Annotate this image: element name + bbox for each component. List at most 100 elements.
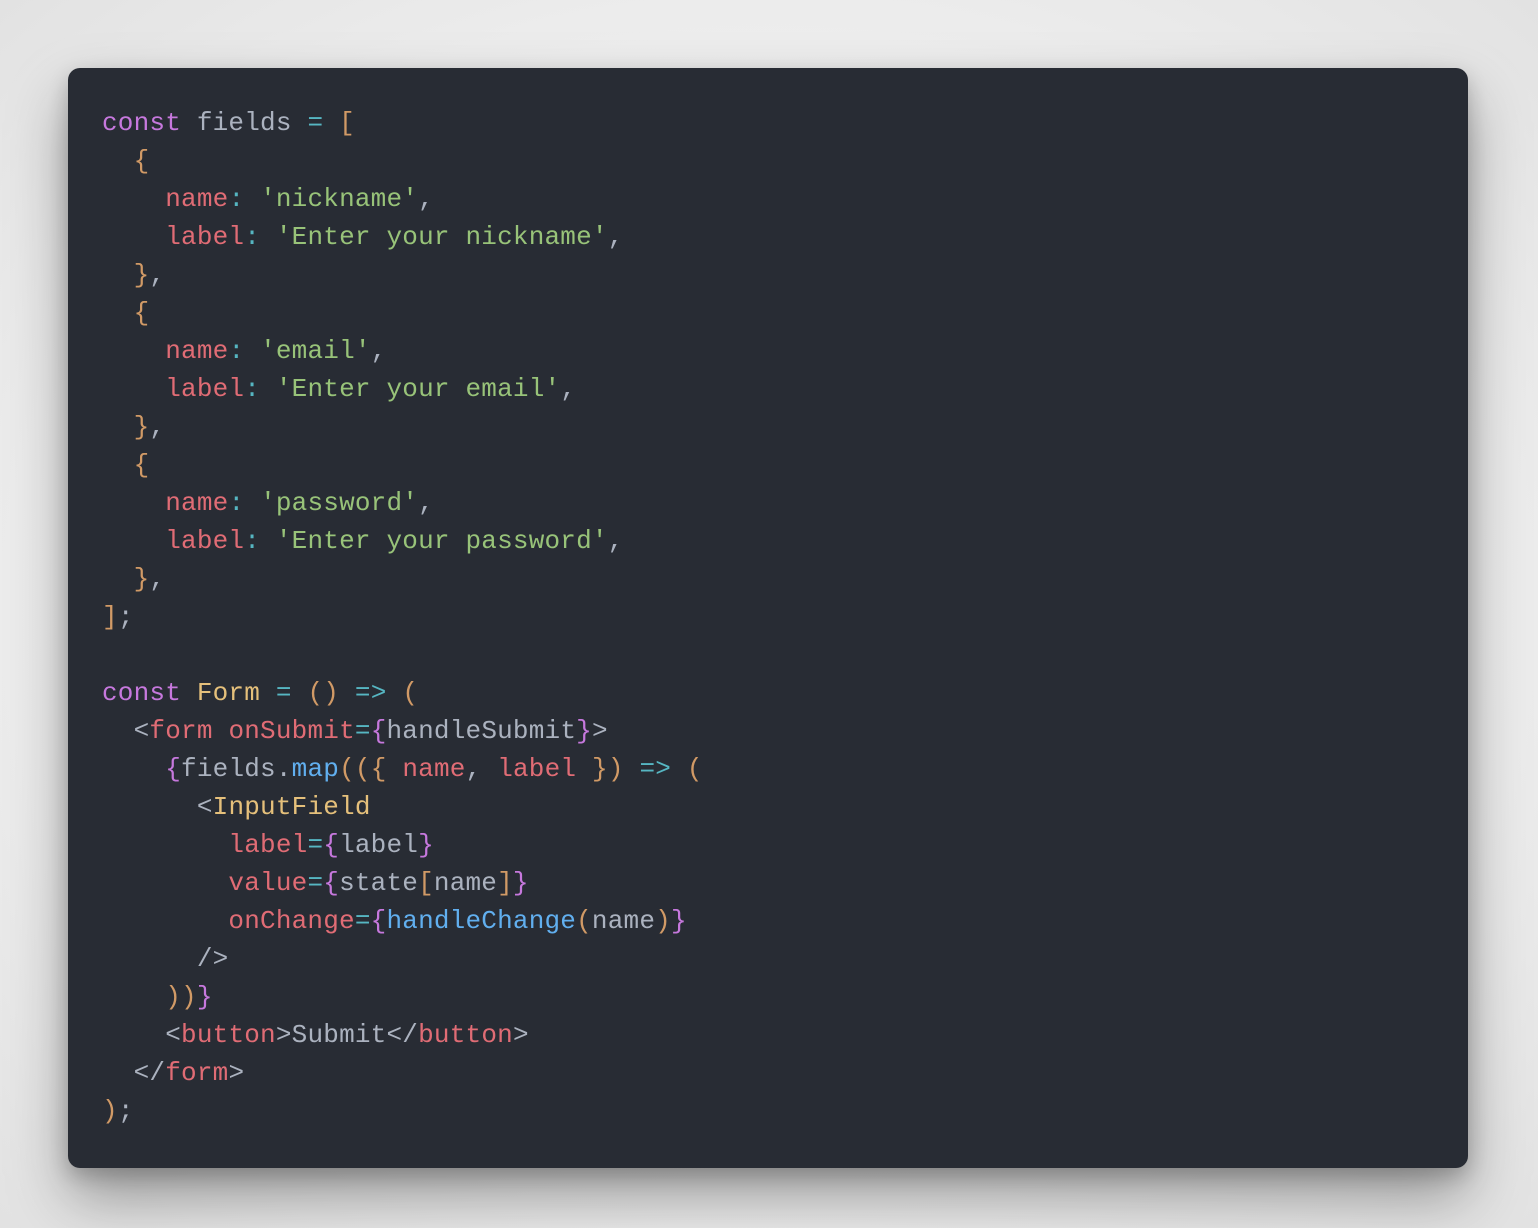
brace-close: } xyxy=(592,754,608,784)
paren-close: ) xyxy=(323,678,339,708)
string-enter-nickname: 'Enter your nickname' xyxy=(276,222,608,252)
operator-equals: = xyxy=(276,678,292,708)
punct-comma: , xyxy=(149,260,165,290)
punct-comma: , xyxy=(418,488,434,518)
string-password: 'password' xyxy=(260,488,418,518)
operator-arrow: => xyxy=(355,678,387,708)
identifier-fields: fields xyxy=(197,108,292,138)
keyword-const: const xyxy=(102,678,181,708)
attr-value: value xyxy=(228,868,307,898)
angle-close: > xyxy=(276,1020,292,1050)
operator-equals: = xyxy=(355,716,371,746)
jsx-brace-close: } xyxy=(513,868,529,898)
operator-equals: = xyxy=(307,830,323,860)
paren-close: ) xyxy=(608,754,624,784)
identifier-name: name xyxy=(592,906,655,936)
property-label: label xyxy=(165,222,244,252)
property-label: label xyxy=(165,374,244,404)
identifier-label: label xyxy=(497,754,576,784)
identifier-form-component: Form xyxy=(197,678,260,708)
text-submit: Submit xyxy=(292,1020,387,1050)
paren-open: ( xyxy=(687,754,703,784)
paren-close: ) xyxy=(655,906,671,936)
string-enter-email: 'Enter your email' xyxy=(276,374,560,404)
brace-close: } xyxy=(134,564,150,594)
property-name: name xyxy=(165,336,228,366)
code-card: const fields = [ { name: 'nickname', lab… xyxy=(68,68,1468,1168)
paren-close: ) xyxy=(181,982,197,1012)
angle-open: < xyxy=(197,792,213,822)
paren-open: ( xyxy=(402,678,418,708)
operator-colon: : xyxy=(228,184,244,214)
property-name: name xyxy=(165,184,228,214)
bracket-close-square: ] xyxy=(102,602,118,632)
operator-colon: : xyxy=(244,374,260,404)
punct-comma: , xyxy=(371,336,387,366)
paren-close: ) xyxy=(165,982,181,1012)
punct-comma: , xyxy=(418,184,434,214)
code-block: const fields = [ { name: 'nickname', lab… xyxy=(102,104,1434,1130)
attr-label: label xyxy=(228,830,307,860)
paren-open: ( xyxy=(355,754,371,784)
attr-onsubmit: onSubmit xyxy=(228,716,354,746)
operator-equals: = xyxy=(307,868,323,898)
tag-button: button xyxy=(418,1020,513,1050)
fn-map: map xyxy=(292,754,339,784)
angle-close: > xyxy=(592,716,608,746)
jsx-brace-close: } xyxy=(197,982,213,1012)
jsx-brace-open: { xyxy=(165,754,181,784)
string-nickname: 'nickname' xyxy=(260,184,418,214)
component-inputfield: InputField xyxy=(213,792,371,822)
punct-comma: , xyxy=(608,222,624,252)
identifier-name: name xyxy=(402,754,465,784)
identifier-fields: fields xyxy=(181,754,276,784)
property-label: label xyxy=(165,526,244,556)
angle-close-slash: </ xyxy=(387,1020,419,1050)
angle-close: > xyxy=(513,1020,529,1050)
operator-colon: : xyxy=(228,336,244,366)
fn-handlechange: handleChange xyxy=(386,906,576,936)
brace-open: { xyxy=(134,298,150,328)
punct-dot: . xyxy=(276,754,292,784)
keyword-const: const xyxy=(102,108,181,138)
string-enter-password: 'Enter your password' xyxy=(276,526,608,556)
angle-open: < xyxy=(134,716,150,746)
bracket-open-square: [ xyxy=(418,868,434,898)
jsx-brace-open: { xyxy=(371,906,387,936)
paren-open: ( xyxy=(339,754,355,784)
identifier-label: label xyxy=(339,830,418,860)
punct-comma: , xyxy=(466,754,482,784)
property-name: name xyxy=(165,488,228,518)
jsx-brace-close: } xyxy=(418,830,434,860)
tag-form: form xyxy=(149,716,212,746)
punct-comma: , xyxy=(560,374,576,404)
operator-equals: = xyxy=(355,906,371,936)
jsx-brace-close: } xyxy=(671,906,687,936)
tag-form: form xyxy=(165,1058,228,1088)
brace-close: } xyxy=(134,412,150,442)
punct-comma: , xyxy=(149,564,165,594)
paren-close: ) xyxy=(102,1096,118,1126)
paren-open: ( xyxy=(576,906,592,936)
tag-button: button xyxy=(181,1020,276,1050)
angle-close: > xyxy=(228,1058,244,1088)
brace-open: { xyxy=(134,450,150,480)
identifier-state: state xyxy=(339,868,418,898)
bracket-open-square: [ xyxy=(339,108,355,138)
jsx-brace-open: { xyxy=(371,716,387,746)
punct-comma: , xyxy=(608,526,624,556)
attr-onchange: onChange xyxy=(228,906,354,936)
brace-open: { xyxy=(371,754,387,784)
jsx-brace-open: { xyxy=(323,830,339,860)
operator-arrow: => xyxy=(639,754,671,784)
operator-colon: : xyxy=(228,488,244,518)
identifier-handlesubmit: handleSubmit xyxy=(387,716,577,746)
bracket-close-square: ] xyxy=(497,868,513,898)
operator-equals: = xyxy=(307,108,323,138)
identifier-name: name xyxy=(434,868,497,898)
brace-open: { xyxy=(134,146,150,176)
punct-semi: ; xyxy=(118,1096,134,1126)
brace-close: } xyxy=(134,260,150,290)
operator-colon: : xyxy=(244,222,260,252)
punct-comma: , xyxy=(149,412,165,442)
